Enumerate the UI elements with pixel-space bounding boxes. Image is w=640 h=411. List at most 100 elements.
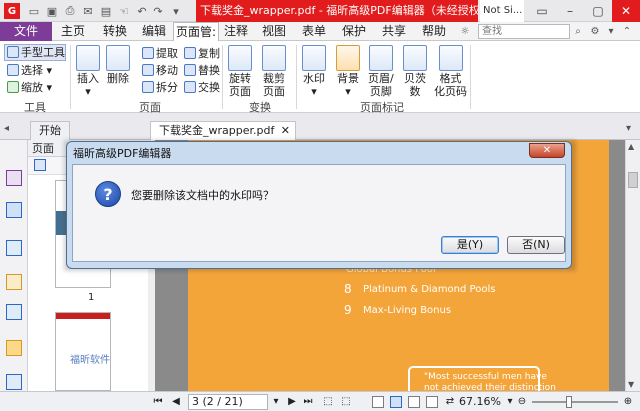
hand-tool-label-row[interactable]: 手型工具 [7, 44, 65, 60]
menu-file[interactable]: 文件 [0, 22, 52, 41]
page-thumbnail-2[interactable]: 福昕软件 [55, 312, 111, 391]
search-input[interactable]: 查找 [478, 24, 570, 39]
quote-line1: "Most successful men have [424, 372, 547, 382]
crop-page-button[interactable]: 裁剪 页面 [262, 45, 286, 98]
hand-tool-icon [7, 46, 19, 58]
close-window-icon[interactable]: ✕ [612, 0, 640, 22]
undo-icon[interactable]: ↶ [134, 3, 150, 19]
menu-convert[interactable]: 转换 [96, 22, 134, 41]
menu-form[interactable]: 表单 [300, 22, 328, 41]
facing-view-icon[interactable] [408, 396, 420, 408]
bookmark-icon[interactable] [6, 170, 22, 186]
select-tool-button[interactable]: 选择 ▾ [7, 62, 52, 78]
next-page-icon[interactable]: ▶ [286, 395, 298, 409]
zoom-dropdown-icon[interactable]: ▾ [504, 395, 516, 409]
menu-comment[interactable]: 注释 [222, 22, 250, 41]
no-button[interactable]: 否(N) [507, 236, 565, 254]
menu-edit[interactable]: 编辑 [138, 22, 170, 41]
split-icon [142, 81, 154, 93]
menu-home[interactable]: 主页 [54, 22, 92, 41]
customize-icon[interactable]: ▾ [168, 3, 184, 19]
fit-width-icon[interactable]: ⬚ [340, 395, 352, 409]
tab-start[interactable]: 开始 [30, 121, 70, 140]
menu-share[interactable]: 共享 [380, 22, 408, 41]
pdf-number-9: 9 [344, 303, 352, 317]
page-dropdown-icon[interactable]: ▾ [270, 395, 282, 409]
maximize-icon[interactable]: ▢ [584, 0, 612, 22]
yes-button[interactable]: 是(Y) [441, 236, 499, 254]
save-icon[interactable]: ▣ [44, 3, 60, 19]
open-icon[interactable]: ▭ [26, 3, 42, 19]
format-page-number-button[interactable]: 格式 化页码 [434, 45, 467, 98]
link-icon[interactable] [6, 304, 22, 320]
sign-in-button[interactable]: Not Si... [480, 0, 524, 22]
dialog-close-button[interactable]: ✕ [529, 143, 565, 158]
zoom-out-icon[interactable]: ⊖ [516, 395, 528, 409]
first-page-icon[interactable]: ⏮ [152, 395, 164, 409]
tab-list-icon[interactable]: ▾ [626, 123, 631, 134]
page-number-input[interactable]: 3 (2 / 21) [188, 394, 268, 410]
insert-page-icon [76, 45, 100, 71]
close-tab-icon[interactable]: ✕ [281, 122, 290, 140]
search-icon[interactable]: ⌕ [571, 24, 585, 39]
reading-mode-icon[interactable]: ⇄ [444, 395, 456, 409]
zoom-in-icon[interactable]: ⊕ [622, 395, 634, 409]
move-button[interactable]: 移动 [142, 62, 178, 78]
tab-scroll-left-icon[interactable]: ◂ [4, 123, 9, 134]
scroll-down-icon[interactable]: ▼ [628, 380, 634, 389]
comments-icon[interactable] [6, 274, 22, 290]
zoom-slider[interactable] [532, 401, 618, 403]
header-footer-button[interactable]: 页眉/ 页脚 [368, 45, 394, 98]
tab-document[interactable]: 下载奖金_wrapper.pdf ✕ [150, 121, 296, 141]
last-page-icon[interactable]: ⏭ [302, 395, 314, 409]
watermark-button[interactable]: 水印 ▾ [302, 45, 326, 98]
insert-page-button[interactable]: 插入 ▾ [76, 45, 100, 98]
confirm-dialog: 福昕高级PDF编辑器 ✕ ? 您要删除该文档中的水印吗？ 是(Y) 否(N) [66, 141, 572, 269]
menu-view[interactable]: 视图 [260, 22, 288, 41]
ribbon-options-icon[interactable]: ▾ [604, 24, 618, 39]
thumbnail-options-icon[interactable] [34, 159, 46, 171]
pages-icon[interactable] [6, 202, 22, 218]
delete-page-button[interactable]: 删除 [106, 45, 130, 85]
zoom-tool-button[interactable]: 缩放 ▾ [7, 79, 52, 95]
menu-protect[interactable]: 保护 [340, 22, 368, 41]
app-logo-icon: G [4, 3, 20, 19]
ribbon-toggle-icon[interactable]: ▭ [528, 0, 556, 22]
lock-icon[interactable] [6, 340, 22, 356]
background-button[interactable]: 背景 ▾ [336, 45, 360, 98]
zoom-level[interactable]: 67.16% [459, 394, 503, 410]
previous-page-icon[interactable]: ◀ [170, 395, 182, 409]
swap-button[interactable]: 交换 [184, 79, 220, 95]
continuous-view-icon[interactable] [390, 396, 402, 408]
copy-button[interactable]: 复制 [184, 45, 220, 61]
text-select-icon [7, 64, 19, 76]
single-page-view-icon[interactable] [372, 396, 384, 408]
redo-icon[interactable]: ↷ [150, 3, 166, 19]
collapse-ribbon-icon[interactable]: ⌃ [620, 24, 634, 39]
ribbon-separator [296, 45, 297, 109]
split-button[interactable]: 拆分 [142, 79, 178, 95]
rotate-page-button[interactable]: 旋转 页面 [228, 45, 252, 98]
extract-button[interactable]: 提取 [142, 45, 178, 61]
document-scrollbar[interactable]: ▲ ▼ [625, 140, 640, 391]
menu-page-management[interactable]: 页面管: [173, 22, 219, 42]
watermark-icon [302, 45, 326, 71]
scroll-up-icon[interactable]: ▲ [628, 142, 634, 151]
layers-icon[interactable] [6, 240, 22, 256]
hand-icon[interactable]: ☜ [116, 3, 132, 19]
email-icon[interactable]: ✉ [80, 3, 96, 19]
minimize-icon[interactable]: – [556, 0, 584, 22]
scroll-thumb[interactable] [628, 172, 638, 188]
continuous-facing-view-icon[interactable] [426, 396, 438, 408]
new-icon[interactable]: ▤ [98, 3, 114, 19]
attachment-icon[interactable] [6, 374, 22, 390]
tab-document-label: 下载奖金_wrapper.pdf [159, 124, 275, 137]
print-icon[interactable]: ⎙ [62, 3, 78, 19]
menu-help[interactable]: 帮助 [420, 22, 448, 41]
fit-page-icon[interactable]: ⬚ [322, 395, 334, 409]
replace-button[interactable]: 替换 [184, 62, 220, 78]
bates-button[interactable]: 贝茨 数 [403, 45, 427, 98]
settings-icon[interactable]: ⚙ [588, 24, 602, 39]
zoom-slider-handle[interactable] [566, 396, 572, 408]
lightbulb-icon[interactable]: ☼ [458, 24, 472, 39]
